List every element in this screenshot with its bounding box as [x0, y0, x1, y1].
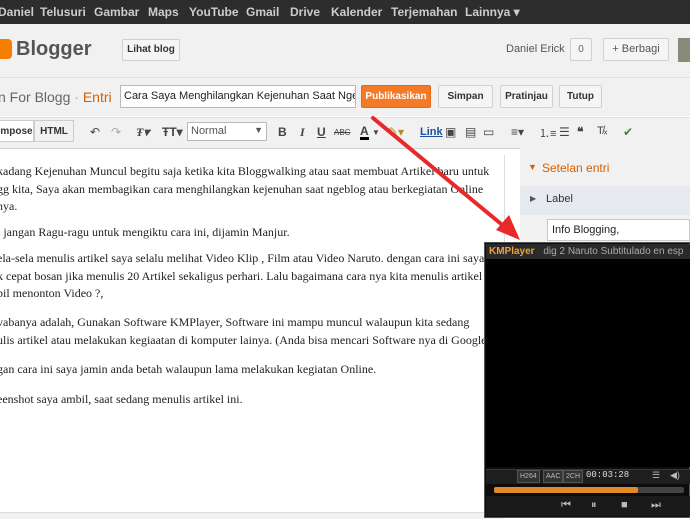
undo-icon[interactable]: ↶: [90, 125, 100, 139]
gbar-item-daniel[interactable]: Daniel: [0, 5, 34, 19]
bold-icon[interactable]: B: [278, 125, 287, 139]
gbar-item-gmail[interactable]: Gmail: [246, 5, 279, 19]
paragraph-1: kadang Kejenuhan Muncul begitu saja keti…: [0, 163, 502, 216]
highlight-color-icon[interactable]: ✎▾: [388, 125, 404, 139]
text-line: vabanya adalah, Gunakan Software KMPlaye…: [0, 315, 470, 329]
align-icon[interactable]: ≡▾: [511, 125, 524, 139]
bullet-list-icon[interactable]: ☰: [559, 125, 570, 139]
gbar-item-youtube[interactable]: YouTube: [189, 5, 239, 19]
stop-icon[interactable]: ■: [621, 499, 628, 511]
font-family-icon[interactable]: Ŧ▾: [136, 125, 149, 140]
text-line: bil menonton Video ?,: [0, 286, 104, 300]
channels-badge: 2CH: [563, 470, 584, 483]
blogger-logo-text[interactable]: Blogger: [16, 38, 92, 61]
view-blog-button[interactable]: Lihat blog: [122, 39, 180, 61]
paragraph-3: ela-sela menulis artikel saya selalu mel…: [0, 250, 502, 303]
breadcrumb-separator: ·: [74, 89, 79, 105]
save-button[interactable]: Simpan: [438, 85, 493, 108]
text-line: ulis artikel atau melakukan kegiaatan di…: [0, 332, 494, 347]
text-line: eenshot saya ambil, saat sedang menulis …: [0, 392, 243, 406]
chevron-down-icon[interactable]: ▼: [372, 128, 380, 137]
jump-break-icon[interactable]: ▭: [483, 125, 494, 139]
blogger-logo-icon: [0, 39, 12, 59]
next-icon[interactable]: ⏭: [651, 499, 661, 512]
triangle-right-icon: ▶: [530, 194, 537, 203]
label-section-title[interactable]: Label: [546, 193, 573, 205]
gbar-item-search[interactable]: Telusuri: [40, 5, 86, 19]
seek-bar-progress: [494, 487, 639, 493]
paragraph-2: i jangan Ragu-ragu untuk mengiktu cara i…: [0, 224, 502, 242]
preview-button[interactable]: Pratinjau: [500, 85, 553, 108]
remove-format-icon[interactable]: T̸ₓ: [597, 125, 607, 137]
paragraph-5: gan cara ini saya jamin anda betah walau…: [0, 361, 502, 379]
kmplayer-file-title: dig 2 Naruto Subtitulado en esp: [543, 246, 684, 257]
text-line: i jangan Ragu-ragu untuk mengiktu cara i…: [0, 225, 290, 239]
text-line: k cepat bosan jika menulis 20 Artikel se…: [0, 268, 483, 283]
share-button[interactable]: + Berbagi: [603, 38, 669, 61]
user-name[interactable]: Daniel Erick: [506, 43, 565, 55]
gbar-item-drive[interactable]: Drive: [290, 5, 320, 19]
seek-bar[interactable]: [494, 487, 684, 493]
close-button[interactable]: Tutup: [559, 85, 602, 108]
text-line: ela-sela menulis artikel saya selalu mel…: [0, 251, 485, 265]
strikethrough-icon[interactable]: ABC: [334, 128, 350, 137]
audio-codec-badge: AAC: [543, 470, 564, 483]
text-line: nya.: [0, 199, 18, 213]
quote-icon[interactable]: ❝: [577, 125, 583, 139]
kmplayer-logo: KMPlayer: [489, 246, 535, 257]
gbar-item-translate[interactable]: Terjemahan: [391, 5, 457, 19]
video-icon[interactable]: ▤: [465, 125, 476, 139]
volume-icon[interactable]: ◀): [670, 470, 680, 481]
kmplayer-title-bar[interactable]: KMPlayer dig 2 Naruto Subtitulado en esp: [486, 244, 690, 259]
link-button[interactable]: Link: [420, 126, 443, 138]
labels-input[interactable]: Info Blogging,: [547, 219, 690, 241]
previous-icon[interactable]: ⏮: [561, 499, 571, 512]
image-icon[interactable]: ▣: [445, 125, 456, 139]
numbered-list-icon[interactable]: ⒈≡: [539, 125, 556, 141]
pause-icon[interactable]: ⏸: [591, 499, 597, 512]
underline-icon[interactable]: U: [317, 125, 326, 139]
playback-time: 00:03:28: [586, 470, 630, 480]
post-title-input[interactable]: Cara Saya Menghilangkan Kejenuhan Saat N…: [120, 85, 356, 108]
paragraph-6: eenshot saya ambil, saat sedang menulis …: [0, 391, 502, 409]
spellcheck-icon[interactable]: ✔: [623, 125, 633, 139]
gbar-item-maps[interactable]: Maps: [148, 5, 179, 19]
italic-icon[interactable]: I: [300, 125, 305, 140]
notification-count[interactable]: 0: [570, 38, 592, 61]
font-size-icon[interactable]: ŦT▾: [162, 125, 183, 139]
menu-icon[interactable]: ☰: [652, 470, 660, 481]
text-color-icon[interactable]: A: [360, 125, 369, 140]
video-area[interactable]: [486, 259, 690, 467]
gbar-item-calendar[interactable]: Kalender: [331, 5, 382, 19]
html-tab[interactable]: HTML: [34, 120, 74, 142]
triangle-down-icon: ▼: [528, 162, 537, 172]
video-codec-badge: H264: [517, 470, 540, 483]
gbar-item-more[interactable]: Lainnya ▾: [465, 5, 520, 19]
gbar-item-images[interactable]: Gambar: [94, 5, 139, 19]
text-line: kadang Kejenuhan Muncul begitu saja keti…: [0, 164, 490, 178]
format-select-value: Normal: [191, 125, 227, 137]
paragraph-4: vabanya adalah, Gunakan Software KMPlaye…: [0, 314, 502, 349]
compose-tab[interactable]: mpose: [0, 120, 34, 142]
breadcrumb: n For Blogg · Entri: [0, 89, 112, 105]
blog-name[interactable]: n For Blogg: [0, 89, 70, 105]
redo-icon[interactable]: ↷: [111, 125, 121, 139]
page-mode: Entri: [82, 89, 112, 105]
chevron-down-icon: ▼: [254, 125, 263, 135]
publish-button[interactable]: Publikasikan: [361, 85, 431, 108]
text-line: gg kita, Saya akan membagikan cara mengh…: [0, 181, 484, 196]
post-settings-title[interactable]: Setelan entri: [542, 161, 609, 175]
text-line: gan cara ini saya jamin anda betah walau…: [0, 362, 377, 376]
format-select[interactable]: Normal ▼: [187, 122, 267, 141]
google-bar: Daniel Telusuri Gambar Maps YouTube Gmai…: [0, 0, 690, 24]
avatar[interactable]: [678, 38, 690, 62]
